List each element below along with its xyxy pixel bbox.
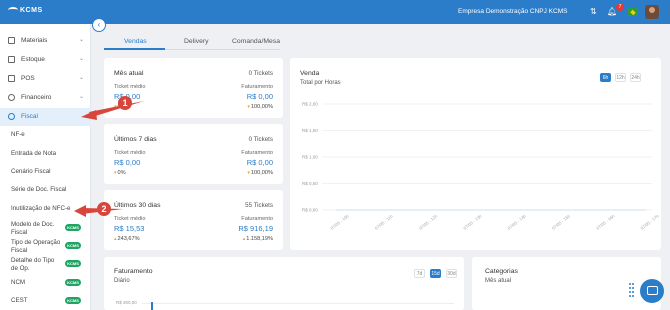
active-tab-indicator [104,48,165,50]
sidebar-item-financeiro[interactable]: Financeiro ⌄ [0,89,91,107]
faturamento-change: ▴1.158,19% [242,236,273,242]
venda-chart-card: Venda Total por Horas 6h 12h 24h R$ 2,00… [290,58,661,250]
drag-handle-icon[interactable] [629,283,635,299]
tab-delivery[interactable]: Delivery [184,38,209,45]
tab-vendas[interactable]: Vendas [124,38,147,45]
chat-button[interactable] [640,279,664,303]
faturamento-label: Faturamento [241,216,273,222]
faturamento-card: Faturamento Diário 7d 15d 30d R$ 300,00 [104,257,464,310]
x-axis-tick: 07/05 - 16h [595,213,616,231]
faturamento-change: ▾100,00% [247,104,273,110]
faturamento-value: R$ 916,19 [238,224,273,233]
x-axis-tick: 07/05 - 14h [507,213,528,231]
range-30d-button[interactable]: 30d [446,269,457,278]
x-axis-tick: 07/05 - 15h [551,213,572,231]
x-axis-tick: 07/05 - 17h [640,213,661,231]
kcms-badge: KCMS [65,260,81,267]
trend-icon: ▾ [247,170,250,176]
sidebar-sub-modelo-doc-fiscal[interactable]: Modelo de Doc. Fiscal KCMS [0,221,91,237]
y-axis-tick: R$ 0,00 [302,208,318,213]
ticket-medio-label: Ticket médio [114,150,146,156]
y-axis-tick: R$ 1,00 [302,155,318,160]
chevron-down-icon: ⌄ [79,75,85,81]
faturamento-label: Faturamento [241,84,273,90]
card-title: Últimos 7 dias [114,136,157,143]
faturamento-subtitle: Diário [114,278,130,284]
ticket-medio-change: ▾0% [114,170,126,176]
x-axis-tick: 07/05 - 12h [418,213,439,231]
kcms-badge: KCMS [65,279,81,286]
box-icon [8,37,15,44]
x-axis-tick: 07/05 - 13h [462,213,483,231]
x-axis-tick: 07/05 - 10h [330,213,351,231]
categorias-subtitle: Mês atual [485,278,512,284]
tickets-count: 0 Tickets [248,136,273,143]
chevron-down-icon: ⌄ [79,56,85,62]
card-ultimos-7-dias: Últimos 7 dias 0 Tickets Ticket médio Fa… [104,124,283,184]
card-title: Últimos 30 dias [114,202,161,209]
trend-up-icon: ▴ [242,236,246,242]
ticket-medio-label: Ticket médio [114,216,146,222]
card-mes-atual: Mês atual 0 Tickets Ticket médio Faturam… [104,58,283,118]
faturamento-change: ▾100,00% [247,170,273,176]
x-axis-tick: 07/05 - 11h [374,213,394,231]
fiscal-icon [8,113,15,120]
faturamento-title: Faturamento [114,268,153,275]
sidebar-sub-tipo-operacao-fiscal[interactable]: Tipo de Operação Fiscal KCMS [0,239,91,255]
bar [151,302,153,310]
tickets-count: 0 Tickets [248,70,273,77]
range-15d-button[interactable]: 15d [430,269,441,278]
sidebar-sub-detalhe-tipo-op[interactable]: Detalhe do Tipo de Op. KCMS [0,257,91,273]
kcms-badge: KCMS [65,224,81,231]
card-title: Mês atual [114,70,144,77]
brazil-flag-icon[interactable] [628,8,638,16]
chart-icon[interactable]: ⇅ [590,7,597,17]
range-7d-button[interactable]: 7d [414,269,425,278]
callout-1: 1 [118,96,132,110]
sidebar-item-estoque[interactable]: Estoque ⌄ [0,51,91,69]
kcms-badge: KCMS [65,297,81,304]
chevron-down-icon: ⌄ [79,94,85,100]
ticket-medio-value: R$ 15,53 [114,224,145,233]
y-axis-tick: R$ 0,50 [302,181,318,186]
ticket-medio-label: Ticket médio [114,84,146,90]
money-icon [8,94,15,101]
sidebar-sub-ncm[interactable]: NCM KCMS [0,279,91,287]
monitor-icon [8,75,15,82]
kcms-logo[interactable]: KCMS [8,7,43,14]
kcms-badge: KCMS [65,242,81,249]
y-axis-tick: R$ 2,00 [302,102,318,107]
sidebar-item-fiscal[interactable]: Fiscal [0,108,91,126]
gridline [142,303,454,304]
trend-icon: ▾ [114,104,117,110]
collapse-sidebar-button[interactable]: ‹ [92,18,106,32]
trend-icon: ▾ [247,104,250,110]
card-ultimos-30-dias: Últimos 30 dias 55 Tickets Ticket médio … [104,190,283,250]
chevron-down-icon: ⌄ [79,37,85,43]
sidebar-item-pos[interactable]: POS ⌄ [0,70,91,88]
callout-2: 2 [97,202,111,216]
ticket-medio-change: ▴243,67% [114,236,140,242]
sidebar-sub-cest[interactable]: CEST KCMS [0,297,91,305]
tickets-count: 55 Tickets [245,202,273,209]
sidebar-item-materiais[interactable]: Materiais ⌄ [0,32,91,50]
y-axis-tick: R$ 300,00 [116,300,137,305]
tab-comanda-mesa[interactable]: Comanda/Mesa [232,38,280,45]
y-axis-tick: R$ 1,50 [302,128,318,133]
ticket-medio-value: R$ 0,00 [114,158,141,167]
faturamento-value: R$ 0,00 [246,92,273,101]
categorias-title: Categorias [485,268,518,275]
company-name[interactable]: Empresa Demonstração CNPJ KCMS [458,8,567,15]
trend-up-icon: ▴ [114,236,117,242]
notification-count: 7 [616,3,624,11]
faturamento-label: Faturamento [241,150,273,156]
avatar[interactable] [645,5,659,19]
faturamento-value: R$ 0,00 [246,158,273,167]
trend-icon: ▾ [114,170,117,176]
stock-icon [8,56,15,63]
venda-line-chart: R$ 2,00 R$ 1,50 R$ 1,00 R$ 0,50 R$ 0,00 07/05… [302,102,661,231]
